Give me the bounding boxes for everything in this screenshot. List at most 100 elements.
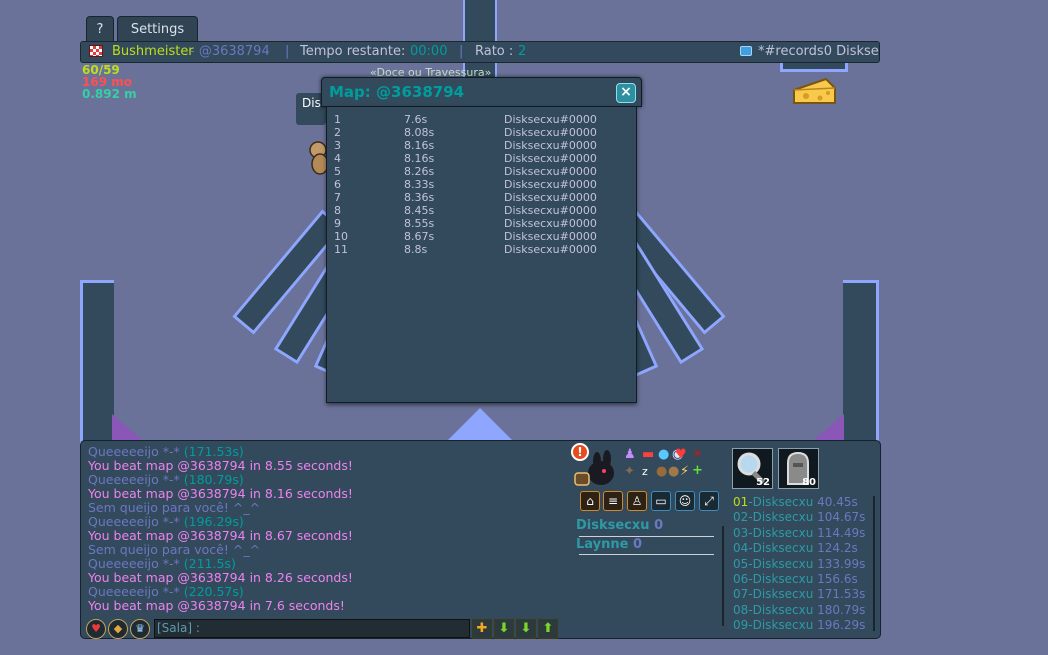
room-icon [740, 46, 752, 56]
room-name: *#records0 Disksecxu [758, 44, 879, 59]
shop-button[interactable]: ♙ [627, 491, 647, 511]
plus-button[interactable]: ✚ [472, 619, 492, 639]
heart-small-icon: ♥ [675, 447, 687, 462]
heart-icon: ♥ [91, 622, 101, 635]
chat-name[interactable]: Queeeeeijo *-* [88, 472, 180, 487]
chat-log: Queeeeeijo *-* (171.53s) You beat map @36… [81, 445, 551, 615]
list-button[interactable]: ≡ [603, 491, 623, 511]
map-triangle-right [814, 414, 844, 440]
chat-line: Queeeeeijo *-* (220.57s) [88, 585, 244, 599]
record-player: Disksecxu#0000 [504, 191, 597, 204]
chat-name[interactable]: Queeeeeijo *-* [88, 514, 180, 529]
house-icon: ⌂ [586, 494, 594, 508]
avatar[interactable] [573, 447, 617, 487]
hat-icon: ▬ [642, 447, 655, 462]
divider [579, 554, 714, 555]
chat-name[interactable]: Queeeeeijo *-* [88, 584, 180, 599]
record-rank: 6 [334, 178, 341, 191]
ranking-scrollbar[interactable] [873, 496, 875, 631]
ranking-position: 09 [733, 618, 749, 633]
ranking-name: -Disksecxu [748, 572, 814, 586]
chat-name[interactable]: Queeeeeijo *-* [88, 444, 180, 459]
item-slot[interactable]: 80 [778, 448, 819, 489]
ranking-row[interactable]: 08-Disksecxu 180.79s [733, 603, 865, 618]
ranking-name: -Disksecxu [748, 510, 814, 525]
record-rank: 4 [334, 152, 341, 165]
chat-line: Queeeeeijo *-* (211.5s) [88, 557, 236, 571]
bean-icon: ● [656, 464, 668, 479]
item-slot[interactable]: 52 [732, 448, 773, 489]
bottom-panel: Queeeeeijo *-* (171.53s) You beat map @36… [80, 440, 881, 639]
fullscreen-button[interactable]: ⤢ [699, 491, 719, 511]
mice-label: Rato : [475, 44, 514, 59]
record-time: 8.67s [404, 230, 435, 243]
record-time: 8.16s [404, 139, 435, 152]
ranking-position: 08 [733, 602, 749, 617]
heart-button[interactable]: ♥ [86, 619, 106, 639]
record-player: Disksecxu#0000 [504, 113, 597, 126]
record-rank: 7 [334, 191, 341, 204]
arrow-up-button[interactable]: ⬆ [538, 619, 558, 639]
record-time: 7.6s [404, 113, 428, 126]
chat-beat-message: You beat map @3638794 in 8.26 seconds! [88, 570, 353, 585]
close-button[interactable]: × [616, 83, 636, 103]
arrow-down-button[interactable]: ⬇ [494, 619, 514, 639]
bird-icon: ✦ [624, 464, 635, 479]
ranking-row[interactable]: 09-Disksecxu 196.29s [733, 618, 865, 633]
ranking-time: 171.53s [813, 587, 866, 602]
player-entry[interactable]: Laynne 0 [576, 537, 642, 552]
chat-bubble-icon: ▭ [655, 494, 667, 508]
ranking-position: 01 [733, 495, 749, 509]
settings-tab[interactable]: Settings [117, 16, 198, 42]
player-entry[interactable]: Disksecxu 0 [576, 518, 663, 533]
record-rank: 2 [334, 126, 341, 139]
ranking-row[interactable]: 07-Disksecxu 171.53s [733, 587, 865, 602]
ranking-row[interactable]: 04-Disksecxu 124.2s [733, 541, 858, 556]
chat-name[interactable]: Queeeeeijo *-* [88, 556, 180, 571]
item-count: 52 [756, 477, 770, 488]
record-rank: 5 [334, 165, 341, 178]
ranking-time: 124.2s [813, 541, 858, 556]
m-counter: 0.892 m [82, 87, 137, 101]
separator: | [285, 44, 290, 59]
scroll-track[interactable] [722, 526, 724, 626]
record-player: Disksecxu#0000 [504, 152, 597, 165]
chat-line: You beat map @3638794 in 8.67 seconds! [88, 529, 353, 543]
ranking-time: 156.6s [813, 572, 858, 586]
ranking-time: 196.29s [813, 618, 866, 633]
record-time: 8.55s [404, 217, 435, 230]
crown-button[interactable]: ♛ [130, 619, 150, 639]
mice-value: 2 [518, 44, 527, 59]
chat-beat-message: You beat map @3638794 in 8.67 seconds! [88, 528, 353, 543]
ranking-time: 40.45s [813, 495, 858, 509]
ranking-name: -Disksecxu [748, 602, 814, 617]
sleep-icon: z [642, 465, 648, 478]
chat-time: (196.29s) [179, 514, 244, 529]
arrow-down-button-2[interactable]: ⬇ [516, 619, 536, 639]
ranking-row[interactable]: 05-Disksecxu 133.99s [733, 557, 865, 572]
plus-green-icon: + [692, 463, 703, 478]
record-time: 8.08s [404, 126, 435, 139]
fullscreen-icon: ⤢ [704, 494, 714, 508]
discord-button[interactable]: ☺ [675, 491, 695, 511]
list-icon: ≡ [607, 494, 619, 508]
help-tab[interactable]: ? [86, 16, 114, 42]
chat-button[interactable]: ▭ [651, 491, 671, 511]
chat-line: Sem queijo para você! ^_^ [88, 501, 260, 515]
ranking-row[interactable]: 03-Disksecxu 114.49s [733, 526, 865, 541]
ranking-row[interactable]: 02-Disksecxu 104.67s [733, 510, 865, 525]
ranking-name: -Disksecxu [748, 525, 814, 540]
ranking-time: 180.79s [813, 602, 866, 617]
record-player: Disksecxu#0000 [504, 243, 597, 256]
tribe-button[interactable]: ◆ [108, 619, 128, 639]
record-rank: 8 [334, 204, 341, 217]
ranking-row[interactable]: 01-Disksecxu 40.45s [733, 495, 858, 510]
ranking-row[interactable]: 06-Disksecxu 156.6s [733, 572, 858, 587]
records-popup-body: 1 7.6s Disksecxu#0000 2 8.08s Disksecxu#0000 3… [326, 107, 637, 403]
chat-time: (211.5s) [179, 556, 236, 571]
house-button[interactable]: ⌂ [580, 491, 600, 511]
wand-icon: ⚡ [680, 464, 690, 479]
map-code: - @3638794 [190, 44, 270, 59]
arrow-down-icon: ⬇ [520, 621, 532, 636]
chat-input[interactable]: [Sala] : [154, 619, 470, 638]
